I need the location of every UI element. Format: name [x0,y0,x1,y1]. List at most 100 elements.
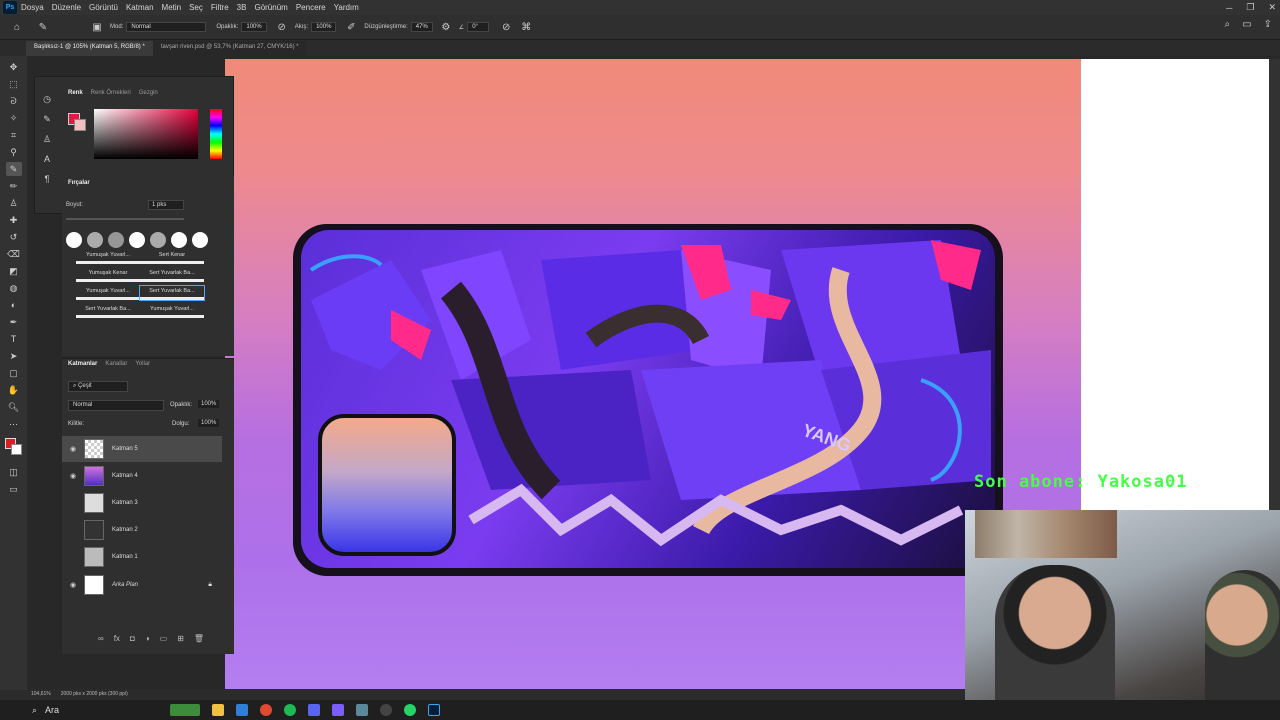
healing-tool-icon[interactable]: ✚ [6,213,22,227]
quick-select-tool-icon[interactable]: ✧ [6,111,22,125]
marquee-tool-icon[interactable]: ⬚ [6,77,22,91]
hand-tool-icon[interactable]: ✋ [6,383,22,397]
symmetry-icon[interactable]: ⌘ [519,20,533,34]
menu-metin[interactable]: Metin [158,3,186,12]
layer-opacity-field[interactable]: 100% [198,400,220,408]
menu-duzenle[interactable]: Düzenle [48,3,85,12]
minimize-icon[interactable]: ─ [1226,3,1232,13]
photoshop-taskbar-icon[interactable] [428,704,440,716]
menu-goruntu[interactable]: Görüntü [85,3,122,12]
document-canvas[interactable]: YANG [225,59,1081,689]
lasso-tool-icon[interactable]: ᘐ [6,94,22,108]
pressure-opacity-icon[interactable]: ⊘ [275,20,289,34]
home-icon[interactable]: ⌂ [10,20,24,34]
fill-field[interactable]: 100% [198,419,220,427]
panel-background-swatch[interactable] [74,119,86,131]
menu-pencere[interactable]: Pencere [292,3,330,12]
tab-renk-ornekleri[interactable]: Renk Örnekleri [91,90,131,96]
eye-icon[interactable]: ◉ [66,445,80,453]
eye-icon[interactable]: ◉ [66,581,80,589]
search-icon[interactable]: ⌕ [1225,19,1231,30]
brush-tip[interactable] [171,232,187,248]
brush-tool-icon[interactable]: ✎ [36,20,50,34]
blend-mode-select[interactable]: Normal [68,400,164,411]
screen-mode-icon[interactable]: ▭ [6,482,22,496]
pen-tool-icon[interactable]: ✒ [6,315,22,329]
brush-settings-icon[interactable]: ▣ [90,20,104,34]
brush-tip[interactable] [108,232,124,248]
twitch-icon[interactable] [332,704,344,716]
layer-row[interactable]: ◉ Katman 4 [62,463,222,489]
color-picker-field[interactable] [94,109,198,159]
stamp-tool-icon[interactable]: ♙ [6,196,22,210]
fx-icon[interactable]: fx [114,634,120,643]
brush-preset[interactable]: Sert Kenar [140,250,204,264]
move-tool-icon[interactable]: ✥ [6,60,22,74]
layer-row[interactable]: Katman 1 [62,544,222,570]
menu-gorunum[interactable]: Görünüm [250,3,291,12]
tab-renk[interactable]: Renk [68,90,83,96]
brush-tool-icon[interactable]: ✎ [5,162,22,176]
close-icon[interactable]: ✕ [1268,2,1276,13]
new-layer-icon[interactable]: ⊞ [177,634,184,643]
blur-tool-icon[interactable]: ◍ [6,281,22,295]
character-icon[interactable]: A [39,152,55,166]
brush-preset[interactable]: Sert Yuvarlak Ba... [76,304,140,318]
opacity-field[interactable]: 100% [241,22,267,32]
eye-icon[interactable]: ◉ [66,472,80,480]
tab-gezgin[interactable]: Gezgin [139,90,158,96]
weather-widget-icon[interactable] [170,704,200,716]
shape-tool-icon[interactable]: ▢ [6,366,22,380]
type-tool-icon[interactable]: T [6,332,22,346]
tab-yollar[interactable]: Yollar [135,361,150,367]
zoom-level[interactable]: 104,61% [31,691,51,697]
pencil-tool-icon[interactable]: ✏ [6,179,22,193]
color-swatches[interactable] [4,438,23,456]
brush-tip[interactable] [192,232,208,248]
brush-size-slider[interactable] [66,218,184,220]
whatsapp-icon[interactable] [404,704,416,716]
menu-yardim[interactable]: Yardım [330,3,363,12]
layer-row[interactable]: Katman 2 [62,517,222,543]
background-color[interactable] [10,444,22,455]
eraser-tool-icon[interactable]: ⌫ [6,247,22,261]
link-icon[interactable]: ∞ [98,634,104,643]
restore-icon[interactable]: ❐ [1246,2,1254,13]
path-select-icon[interactable]: ➤ [6,349,22,363]
angle-field[interactable]: 0° [467,22,490,32]
crop-tool-icon[interactable]: ⌗ [6,128,22,142]
layer-filter-select[interactable]: ⌕ Çeşit [68,381,128,392]
tab-kanallar[interactable]: Kanallar [105,361,127,367]
paragraph-icon[interactable]: ¶ [39,172,55,186]
spotify-icon[interactable] [284,704,296,716]
brush-preset[interactable]: Yumuşak Yuvarl... [76,250,140,264]
paint-bucket-icon[interactable]: ◩ [6,264,22,278]
brush-preset[interactable]: Yumuşak Kenar [76,268,140,282]
more-tools-icon[interactable]: ⋯ [6,417,22,431]
mode-select[interactable]: Normal [126,22,207,32]
smoothing-field[interactable]: 47% [410,22,433,32]
taskbar-search[interactable]: ⌕ Ara [32,705,158,716]
airbrush-icon[interactable]: ✐ [344,20,358,34]
history-icon[interactable]: ◷ [39,92,55,106]
obs-icon[interactable] [380,704,392,716]
workspace-icon[interactable]: ▭ [1242,19,1251,30]
history-brush-icon[interactable]: ↺ [6,230,22,244]
menu-dosya[interactable]: Dosya [17,3,48,12]
brush-preset[interactable]: Sert Yuvarlak Ba... [140,268,204,282]
menu-sec[interactable]: Seç [185,3,207,12]
brush-settings-panel-icon[interactable]: ✎ [39,112,55,126]
brush-preset[interactable]: Yumuşak Yuvarl... [76,286,140,300]
flow-field[interactable]: 100% [311,22,337,32]
menu-filtre[interactable]: Filtre [207,3,233,12]
brush-tip[interactable] [150,232,166,248]
hue-slider[interactable] [210,109,222,159]
app-icon[interactable] [356,704,368,716]
mask-icon[interactable]: ◘ [130,634,135,643]
menu-3b[interactable]: 3B [233,3,251,12]
quick-mask-icon[interactable]: ◫ [6,465,22,479]
adjustment-icon[interactable]: ◑ [145,634,150,643]
store-icon[interactable] [236,704,248,716]
smoothing-settings-icon[interactable]: ⚙ [439,20,453,34]
tab-katmanlar[interactable]: Katmanlar [68,361,97,367]
